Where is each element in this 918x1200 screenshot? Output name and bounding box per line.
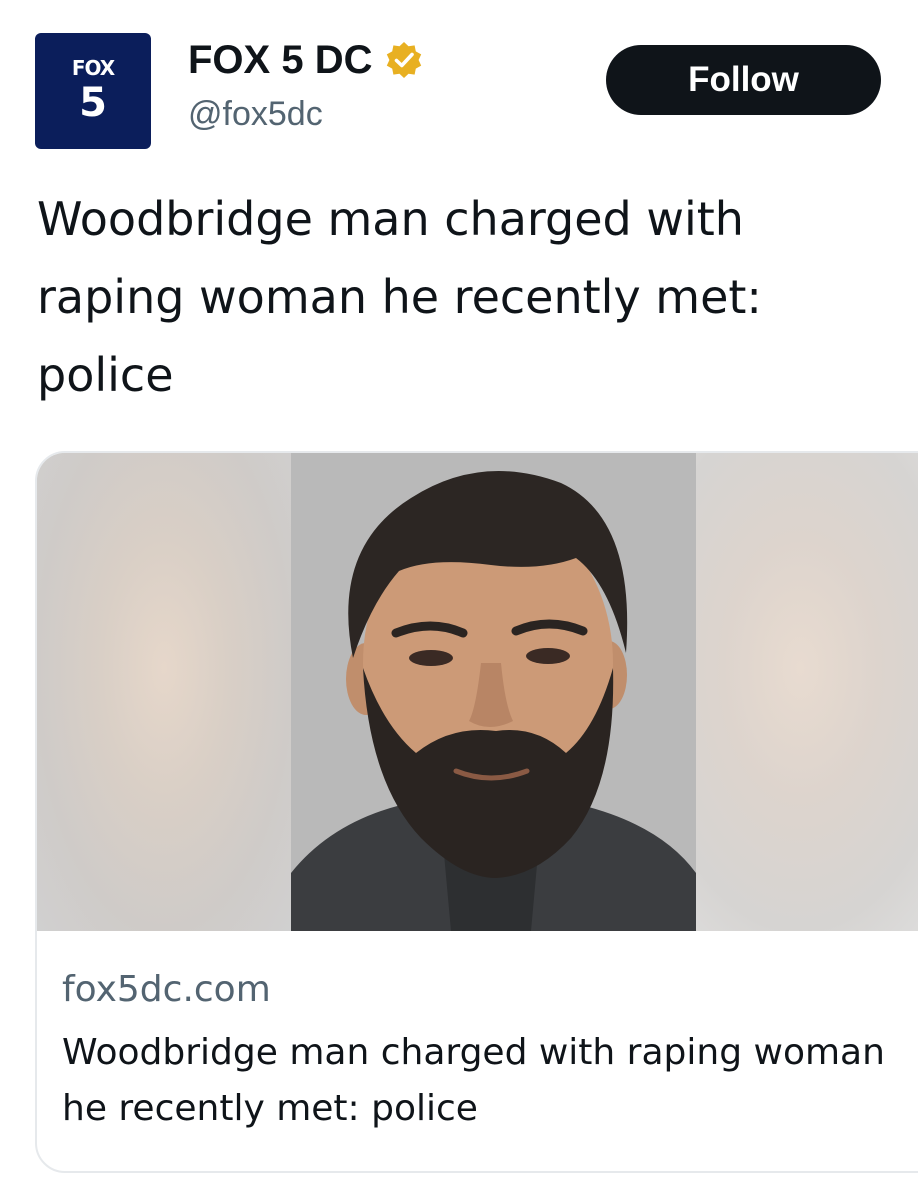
card-title[interactable]: Woodbridge man charged with raping woman… xyxy=(62,1025,902,1137)
display-name-text: FOX 5 DC xyxy=(188,38,373,82)
fox5-logo-number: 5 xyxy=(79,80,107,126)
mugshot-illustration xyxy=(291,453,696,931)
verified-badge-icon xyxy=(387,42,422,78)
account-handle[interactable]: @fox5dc xyxy=(188,92,323,136)
display-name[interactable]: FOX 5 DC xyxy=(188,36,424,84)
tweet-text: Woodbridge man charged with raping woman… xyxy=(37,192,762,402)
link-preview-card[interactable]: fox5dc.com Woodbridge man charged with r… xyxy=(35,451,918,1173)
fox5-logo-top: FOX xyxy=(71,56,115,80)
card-media[interactable] xyxy=(37,453,918,931)
blurred-background-right xyxy=(696,453,918,931)
follow-button[interactable]: Follow xyxy=(606,45,881,115)
blurred-background-left xyxy=(37,453,291,931)
avatar[interactable]: FOX 5 xyxy=(35,33,151,149)
card-domain: fox5dc.com xyxy=(62,969,271,1010)
mugshot-photo xyxy=(291,453,696,931)
